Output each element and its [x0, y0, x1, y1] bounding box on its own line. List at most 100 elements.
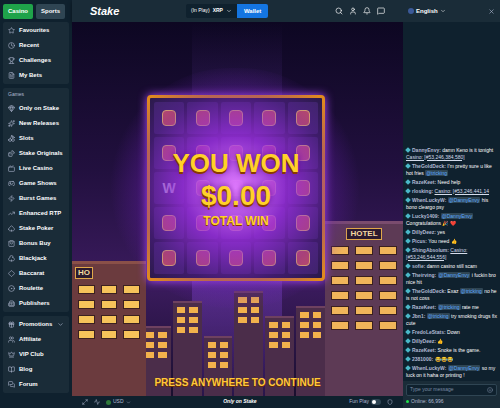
- sidebar-item[interactable]: Forum: [3, 377, 69, 392]
- building-sign: HO: [75, 267, 93, 279]
- logo[interactable]: Stake: [90, 3, 119, 20]
- sidebar-item[interactable]: Stake Poker: [3, 221, 69, 236]
- sidebar-item[interactable]: Burst Games: [3, 191, 69, 206]
- currency-select[interactable]: USD: [106, 398, 131, 406]
- sidebar-item[interactable]: Roulette: [3, 281, 69, 296]
- product-tab[interactable]: Casino: [3, 4, 33, 19]
- chat-mention[interactable]: @tricking: [425, 170, 448, 176]
- sidebar-item[interactable]: Recent: [3, 38, 69, 53]
- sidebar-item[interactable]: Only on Stake: [3, 101, 69, 116]
- chat-username[interactable]: RazeKeet:: [412, 304, 436, 310]
- sidebar-item[interactable]: Game Shows: [3, 176, 69, 191]
- emoji-icon[interactable]: [487, 387, 493, 393]
- product-tab[interactable]: Sports: [36, 4, 65, 19]
- chat-mention[interactable]: @tricking: [438, 304, 461, 310]
- sidebar-item-icon: [8, 150, 15, 157]
- chat-messages: DannyEnvy: damn Keno is it tonight Casin…: [403, 22, 500, 381]
- wallet-button[interactable]: Wallet: [237, 4, 268, 18]
- chat-username[interactable]: RazeKeet:: [412, 179, 436, 185]
- chat-username[interactable]: RazeKeet:: [412, 347, 436, 353]
- win-overlay: YOU WON$0.00TOTAL WIN: [150, 98, 322, 278]
- balance-box[interactable]: (In Play)XRP: [186, 4, 237, 18]
- chat-username[interactable]: DillyDeez:: [412, 338, 436, 344]
- chat-icon[interactable]: [377, 7, 385, 15]
- rank-icon: [405, 179, 411, 185]
- chat-message: sofie: damn casino still scam: [406, 263, 497, 270]
- rank-icon: [405, 329, 411, 335]
- sidebar-item[interactable]: Blog: [3, 362, 69, 377]
- fullscreen-icon[interactable]: [82, 399, 88, 405]
- user-icon[interactable]: [349, 7, 357, 15]
- language-select[interactable]: English: [408, 7, 446, 16]
- sidebar-item[interactable]: Favourites: [3, 23, 69, 38]
- chat-message: Theirving: @DannyEnvy i fuckin bro nice …: [406, 272, 497, 286]
- chat-username[interactable]: 2381000:: [412, 356, 433, 362]
- chat-message: TheGoldDeck: I'm pretty sure u like hot …: [406, 163, 497, 177]
- chat-username[interactable]: rlosking:: [412, 188, 433, 194]
- rank-icon: [405, 304, 411, 310]
- sidebar-item[interactable]: Bonus Buy: [3, 236, 69, 251]
- chat-message: rlosking: Casino: [#53,246,441,14: [406, 188, 497, 195]
- chat-mention[interactable]: @DannyEnvy: [438, 272, 471, 278]
- chat-username[interactable]: FredoLeStats:: [412, 329, 446, 335]
- stats-icon[interactable]: [94, 399, 100, 405]
- sidebar-item[interactable]: New Releases: [3, 116, 69, 131]
- chat-username[interactable]: Theirving:: [412, 272, 436, 278]
- chat-input[interactable]: Type your message: [406, 384, 497, 396]
- chat-mention[interactable]: @DannyEnvy: [448, 197, 481, 203]
- chat-mention[interactable]: @DannyEnvy: [448, 365, 481, 371]
- chat-message: 2381000: 😂😂😂: [406, 356, 497, 363]
- chat-message: RazeKeet: @tricking rate me: [406, 304, 497, 311]
- chat-message: RazeKeet: Snoke is the game.: [406, 347, 497, 354]
- sidebar-item[interactable]: Live Casino: [3, 161, 69, 176]
- win-title: YOU WON: [172, 148, 299, 178]
- left-building: HO: [72, 261, 146, 396]
- chat-username[interactable]: WhenLuckyW:: [412, 365, 446, 371]
- sidebar-item-icon: [8, 270, 15, 277]
- chat-mention[interactable]: @tricking: [427, 313, 450, 319]
- chat-username[interactable]: Jbn1:: [412, 313, 425, 319]
- chat-username[interactable]: Picus:: [412, 238, 427, 244]
- chat-link[interactable]: Casino: [#53,246,384,580]: [406, 154, 465, 160]
- sidebar-item[interactable]: Slots: [3, 131, 69, 146]
- continue-prompt[interactable]: PRESS ANYWHERE TO CONTINUE: [72, 375, 403, 390]
- chat-username[interactable]: TheGoldDeck:: [412, 163, 446, 169]
- chat-username[interactable]: ShingAbsolum:: [412, 247, 449, 253]
- sidebar-top-group: FavouritesRecentChallengesMy Bets: [3, 22, 69, 84]
- sidebar-item[interactable]: Baccarat: [3, 266, 69, 281]
- chat-username[interactable]: WhenLuckyW:: [412, 197, 446, 203]
- bell-icon[interactable]: [363, 7, 371, 15]
- rank-icon: [405, 163, 411, 169]
- sidebar-item[interactable]: Promotions: [3, 317, 69, 332]
- sidebar-item[interactable]: My Bets: [3, 68, 69, 83]
- chat-panel: English DannyEnvy: damn Keno is it tonigh…: [403, 0, 500, 408]
- product-tabs: CasinoSports: [3, 0, 69, 22]
- sidebar-item[interactable]: Challenges: [3, 53, 69, 68]
- sidebar-item[interactable]: VIP Club: [3, 347, 69, 362]
- rank-icon: [405, 313, 411, 319]
- chat-link[interactable]: Casino: [#53,246,441,14: [435, 188, 490, 194]
- close-icon[interactable]: [488, 8, 495, 15]
- chat-username[interactable]: DillyDeez:: [412, 229, 436, 235]
- rank-icon: [405, 347, 411, 353]
- app: CasinoSportsFavouritesRecentChallengesMy…: [0, 0, 500, 408]
- fun-play-toggle[interactable]: Fun Play: [349, 398, 381, 406]
- chat-username[interactable]: DannyEnvy:: [412, 147, 441, 153]
- fairness-icon[interactable]: [387, 399, 393, 405]
- sidebar-item[interactable]: Enhanced RTP: [3, 206, 69, 221]
- game-canvas[interactable]: HOHOTELWYOU WON$0.00TOTAL WINPRESS ANYWH…: [72, 22, 403, 396]
- chat-mention[interactable]: @tricking: [460, 288, 483, 294]
- chat-username[interactable]: Lucky1409:: [412, 213, 439, 219]
- sidebar: CasinoSportsFavouritesRecentChallengesMy…: [0, 0, 72, 408]
- sidebar-item[interactable]: Affiliate: [3, 332, 69, 347]
- sidebar-item[interactable]: Publishers: [3, 296, 69, 311]
- chat-username[interactable]: TheGoldDeck:: [412, 288, 446, 294]
- sidebar-item-icon: [8, 135, 15, 142]
- section-label: Games: [3, 89, 69, 101]
- sidebar-item-icon: [8, 366, 15, 373]
- sidebar-item[interactable]: Blackjack: [3, 251, 69, 266]
- chat-mention[interactable]: @DannyEnvy: [441, 213, 474, 219]
- search-icon[interactable]: [335, 7, 343, 15]
- chat-username[interactable]: sofie:: [412, 263, 425, 269]
- sidebar-item[interactable]: Stake Originals: [3, 146, 69, 161]
